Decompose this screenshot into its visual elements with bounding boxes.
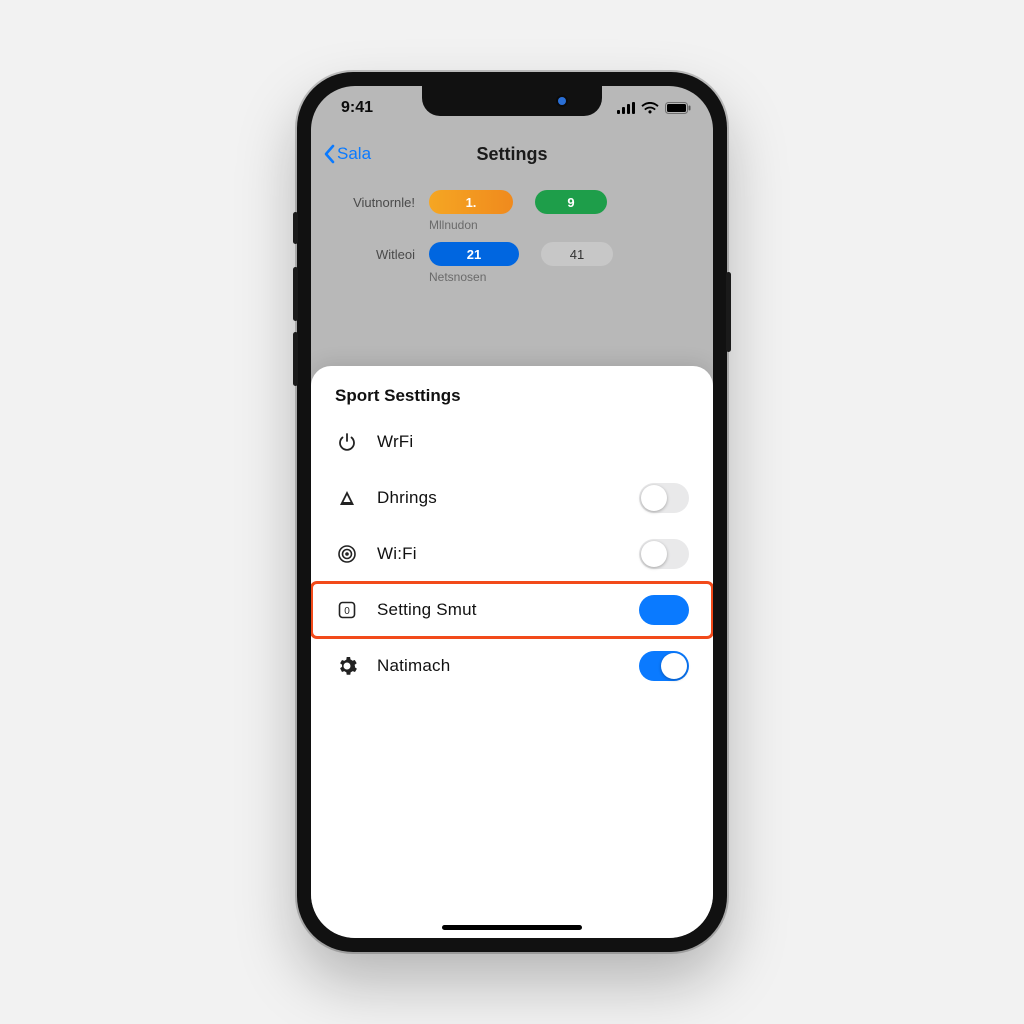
list-item-label: Dhrings bbox=[377, 488, 621, 508]
settings-sheet: Sport Sesttings WrFi Dhrings Wi:Fi bbox=[311, 366, 713, 938]
status-icons bbox=[617, 102, 691, 114]
stat-label: Viutnornle! bbox=[335, 195, 415, 210]
screen: 9:41 Sala Settings Viutnornle! 1. 9 Mlln… bbox=[311, 86, 713, 938]
stat-row-1: Viutnornle! 1. 9 bbox=[335, 190, 689, 214]
stat-bar-blue: 21 bbox=[429, 242, 519, 266]
sheet-title: Sport Sesttings bbox=[311, 386, 713, 414]
stat-bar-green: 9 bbox=[535, 190, 607, 214]
triangle-icon bbox=[335, 488, 359, 508]
stat-value: 1. bbox=[466, 195, 477, 210]
home-indicator[interactable] bbox=[442, 925, 582, 930]
stat-value: 21 bbox=[467, 247, 481, 262]
list-item-label: WrFi bbox=[377, 432, 689, 452]
back-button[interactable]: Sala bbox=[323, 144, 371, 164]
cellular-icon bbox=[617, 102, 635, 114]
power-icon bbox=[335, 432, 359, 452]
list-item-natimach[interactable]: Natimach bbox=[311, 638, 713, 694]
stat-sublabel: Mllnudon bbox=[429, 218, 689, 232]
stat-sublabel: Netsnosen bbox=[429, 270, 689, 284]
toggle-natimach[interactable] bbox=[639, 651, 689, 681]
notch bbox=[422, 86, 602, 116]
stat-label: Witleoi bbox=[335, 247, 415, 262]
background-content: Viutnornle! 1. 9 Mllnudon Witleoi 21 41 … bbox=[311, 178, 713, 284]
square-zero-icon: 0 bbox=[335, 600, 359, 620]
page-title: Settings bbox=[476, 144, 547, 165]
stat-bar-orange: 1. bbox=[429, 190, 513, 214]
gear-icon bbox=[335, 656, 359, 676]
toggle-setting-smut[interactable] bbox=[639, 595, 689, 625]
phone-frame: 9:41 Sala Settings Viutnornle! 1. 9 Mlln… bbox=[297, 72, 727, 952]
wifi-icon bbox=[641, 102, 659, 114]
stat-value: 9 bbox=[567, 195, 574, 210]
list-item-wifi2[interactable]: Wi:Fi bbox=[311, 526, 713, 582]
status-time: 9:41 bbox=[341, 99, 373, 117]
list-item-dhrings[interactable]: Dhrings bbox=[311, 470, 713, 526]
stat-row-2: Witleoi 21 41 bbox=[335, 242, 689, 266]
mute-switch bbox=[293, 212, 298, 244]
stat-bar-gray: 41 bbox=[541, 242, 613, 266]
list-item-label: Wi:Fi bbox=[377, 544, 621, 564]
toggle-wifi2[interactable] bbox=[639, 539, 689, 569]
nav-bar: Sala Settings bbox=[311, 130, 713, 178]
stat-value: 41 bbox=[570, 247, 584, 262]
svg-text:0: 0 bbox=[344, 606, 350, 617]
list-item-setting-smut[interactable]: 0 Setting Smut bbox=[311, 582, 713, 638]
camera-indicator-icon bbox=[558, 97, 566, 105]
list-item-label: Setting Smut bbox=[377, 600, 621, 620]
volume-down-button bbox=[293, 332, 298, 386]
list-item-wifi[interactable]: WrFi bbox=[311, 414, 713, 470]
target-icon bbox=[335, 544, 359, 564]
back-label: Sala bbox=[337, 144, 371, 164]
battery-icon bbox=[665, 102, 691, 114]
list-item-label: Natimach bbox=[377, 656, 621, 676]
chevron-left-icon bbox=[323, 144, 335, 164]
toggle-dhrings[interactable] bbox=[639, 483, 689, 513]
volume-up-button bbox=[293, 267, 298, 321]
power-button bbox=[726, 272, 731, 352]
